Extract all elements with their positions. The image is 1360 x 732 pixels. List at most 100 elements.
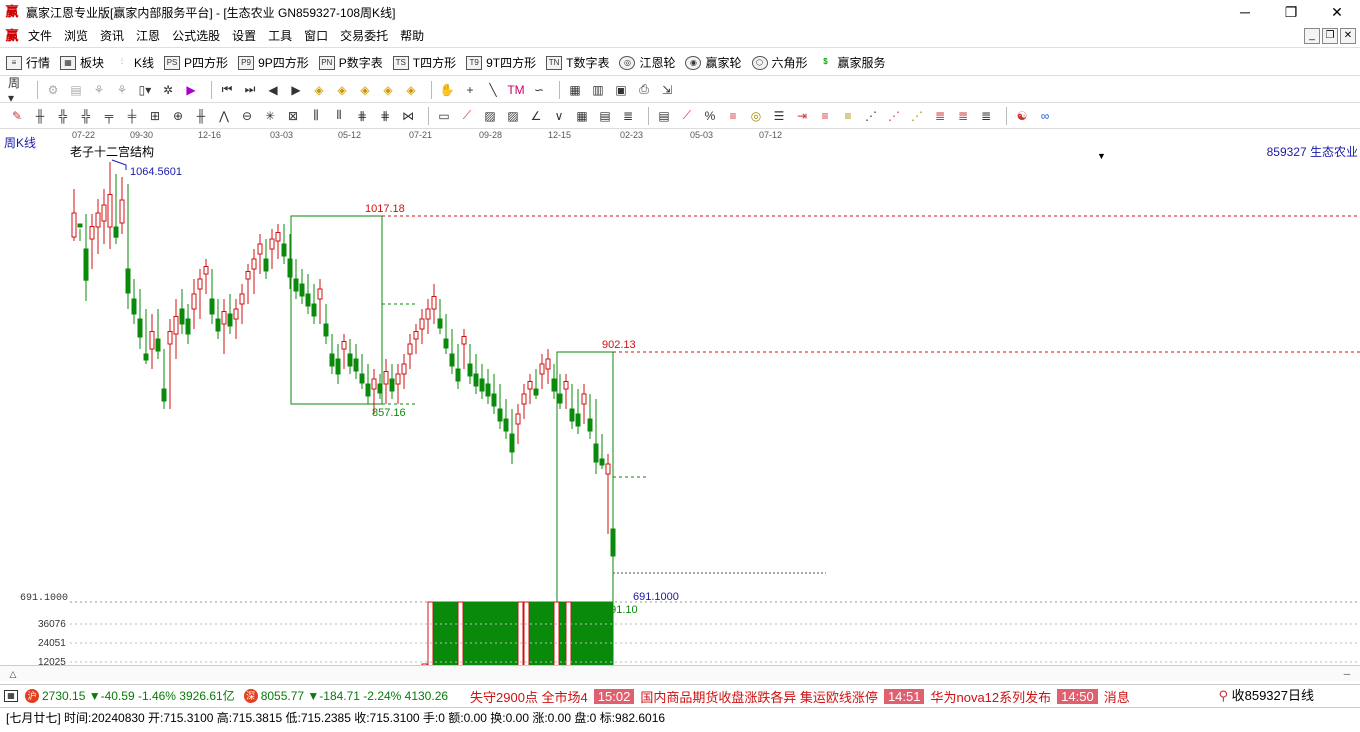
next-icon[interactable]: ▶ [287, 81, 305, 99]
wave-icon[interactable]: ∨ [550, 107, 568, 125]
news-ticker[interactable]: 失守2900点 全市场4 15:02 国内商品期货收盘涨跌各异 集运欧线涨停 1… [470, 685, 1130, 706]
fan-icon[interactable]: ⋀ [215, 107, 233, 125]
toolbar-quotes-button[interactable]: ≡ 行情 [6, 54, 50, 71]
toolbar-gann-wheel-button[interactable]: ◎ 江恩轮 [619, 54, 675, 71]
circle-icon[interactable]: ⊖ [238, 107, 256, 125]
tools-icon[interactable]: ✲ [159, 81, 177, 99]
scroll-left-button[interactable]: △ [2, 667, 24, 681]
toolbar-ptable-button[interactable]: PN P数字表 [318, 54, 383, 71]
bars-icon[interactable]: ⋕ [353, 107, 371, 125]
news-text[interactable]: 华为nova12系列发布 [930, 687, 1051, 706]
gann-grid-icon[interactable]: ╫ [192, 107, 210, 125]
menu-help[interactable]: 帮助 [394, 24, 430, 48]
scroll-right-button[interactable]: ─ [1336, 667, 1358, 681]
mdi-close-button[interactable]: ✕ [1340, 28, 1356, 44]
prev-icon[interactable]: ◀ [264, 81, 282, 99]
menu-settings[interactable]: 设置 [226, 24, 262, 48]
bars-icon[interactable]: ⋕ [376, 107, 394, 125]
last-icon[interactable]: ⏭ [241, 81, 259, 99]
toolbar-sector-button[interactable]: ▦ 板块 [60, 54, 104, 71]
levels-icon[interactable]: ≣ [954, 107, 972, 125]
toolbar-psquare-button[interactable]: PS P四方形 [164, 54, 228, 71]
chart-scrollbar[interactable]: △ ─ [0, 665, 1360, 681]
toolbar-9psquare-button[interactable]: P9 9P四方形 [238, 54, 309, 71]
lines-icon[interactable]: ≣ [619, 107, 637, 125]
maximize-button[interactable]: ❐ [1268, 0, 1314, 24]
levels-icon[interactable]: ☰ [770, 107, 788, 125]
status-right-text[interactable]: ⚲ 收859327日线 [1212, 685, 1314, 706]
keyboard-icon[interactable]: ▦ [4, 689, 18, 702]
kline-chart[interactable]: 07-22 09-30 12-16 03-03 05-12 07-21 09-28 12-15… [0, 129, 1360, 681]
gann-grid-icon[interactable]: ╤ [100, 107, 118, 125]
toolbar-hexagon-button[interactable]: ⬡ 六角形 [751, 54, 808, 71]
hatch-icon[interactable]: ▨ [504, 107, 522, 125]
grid-icon[interactable]: ▦ [573, 107, 591, 125]
flag-icon[interactable]: ▶ [182, 81, 200, 99]
infinity-icon[interactable]: ∞ [1036, 107, 1054, 125]
levels-icon[interactable]: ≡ [724, 107, 742, 125]
toolbar-9tsquare-button[interactable]: T9 9T四方形 [466, 54, 536, 71]
calendar-icon[interactable]: ▦ [566, 81, 584, 99]
diamond-icon[interactable]: ◈ [310, 81, 328, 99]
levels-icon[interactable]: ≣ [977, 107, 995, 125]
mdi-minimize-button[interactable]: _ [1304, 28, 1320, 44]
sz-index-quote[interactable]: 8055.77 ▼-184.71 -2.24% 4130.26 [261, 689, 448, 703]
calculator-icon[interactable]: ▥ [589, 81, 607, 99]
line-icon[interactable]: ╲ [484, 81, 502, 99]
hatch-icon[interactable]: ▤ [596, 107, 614, 125]
menu-tools[interactable]: 工具 [262, 24, 298, 48]
toolbar-service-button[interactable]: $ 赢家服务 [818, 54, 885, 71]
diamond-icon[interactable]: ◈ [356, 81, 374, 99]
rect-icon[interactable]: ▭ [435, 107, 453, 125]
levels-icon[interactable]: ≡ [839, 107, 857, 125]
bars-icon[interactable]: ⫴ [330, 107, 348, 125]
gann-grid-icon[interactable]: ╬ [54, 107, 72, 125]
fan-icon[interactable]: ⋰ [862, 107, 880, 125]
tm-icon[interactable]: TM [507, 81, 525, 99]
sh-index-quote[interactable]: 2730.15 ▼-40.59 -1.46% 3926.61亿 [42, 687, 235, 704]
angle-icon[interactable]: ∠ [527, 107, 545, 125]
diamond-icon[interactable]: ◈ [379, 81, 397, 99]
yinyang-icon[interactable]: ☯ [1013, 107, 1031, 125]
gann-grid-icon[interactable]: ╫ [31, 107, 49, 125]
percent-icon[interactable]: % [701, 107, 719, 125]
gann-grid-icon[interactable]: ╪ [123, 107, 141, 125]
menu-formula[interactable]: 公式选股 [166, 24, 226, 48]
menu-window[interactable]: 窗口 [298, 24, 334, 48]
kline-chart-panel[interactable]: 周K线 老子十二宫结构 859327 生态农业 ▼ 07-22 09-30 12-1… [0, 129, 1360, 681]
crosshair-icon[interactable]: + [461, 81, 479, 99]
minimize-button[interactable]: ─ [1222, 0, 1268, 24]
arrow-icon[interactable]: ⇥ [793, 107, 811, 125]
toolbar-kline-button[interactable]: ⫶ K线 [114, 54, 154, 71]
toolbar-tsquare-button[interactable]: TS T四方形 [392, 54, 456, 71]
levels-icon[interactable]: ≣ [931, 107, 949, 125]
box-icon[interactable]: ⊠ [284, 107, 302, 125]
star-icon[interactable]: ✳ [261, 107, 279, 125]
news-text[interactable]: 国内商品期货收盘涨跌各异 集运欧线涨停 [640, 687, 878, 706]
menu-trade[interactable]: 交易委托 [334, 24, 394, 48]
gann-grid-icon[interactable]: ╬ [77, 107, 95, 125]
fan-icon[interactable]: ⋰ [908, 107, 926, 125]
first-icon[interactable]: ⏮ [218, 81, 236, 99]
close-button[interactable]: ✕ [1314, 0, 1360, 24]
mdi-restore-button[interactable]: ❐ [1322, 28, 1338, 44]
news-text[interactable]: 消息 [1104, 687, 1130, 706]
fan-icon[interactable]: ⫼ [307, 107, 325, 125]
bars-icon[interactable]: ⋈ [399, 107, 417, 125]
cursor-select-icon[interactable]: ▯▾ [136, 81, 154, 99]
levels-icon[interactable]: ≡ [816, 107, 834, 125]
menu-file[interactable]: 文件 [22, 24, 58, 48]
coin-icon[interactable]: ◎ [747, 107, 765, 125]
curve-icon[interactable]: ∽ [530, 81, 548, 99]
circle-grid-icon[interactable]: ⊕ [169, 107, 187, 125]
save-icon[interactable]: ▣ [612, 81, 630, 99]
fan-icon[interactable]: ⋰ [885, 107, 903, 125]
menu-browse[interactable]: 浏览 [58, 24, 94, 48]
toolbar-ttable-button[interactable]: TN T数字表 [546, 54, 609, 71]
hand-icon[interactable]: ✋ [438, 81, 456, 99]
period-select-icon[interactable]: 周▾ [8, 76, 26, 105]
diamond-icon[interactable]: ◈ [402, 81, 420, 99]
table-icon[interactable]: ▤ [655, 107, 673, 125]
hatch-icon[interactable]: ▨ [481, 107, 499, 125]
menu-info[interactable]: 资讯 [94, 24, 130, 48]
